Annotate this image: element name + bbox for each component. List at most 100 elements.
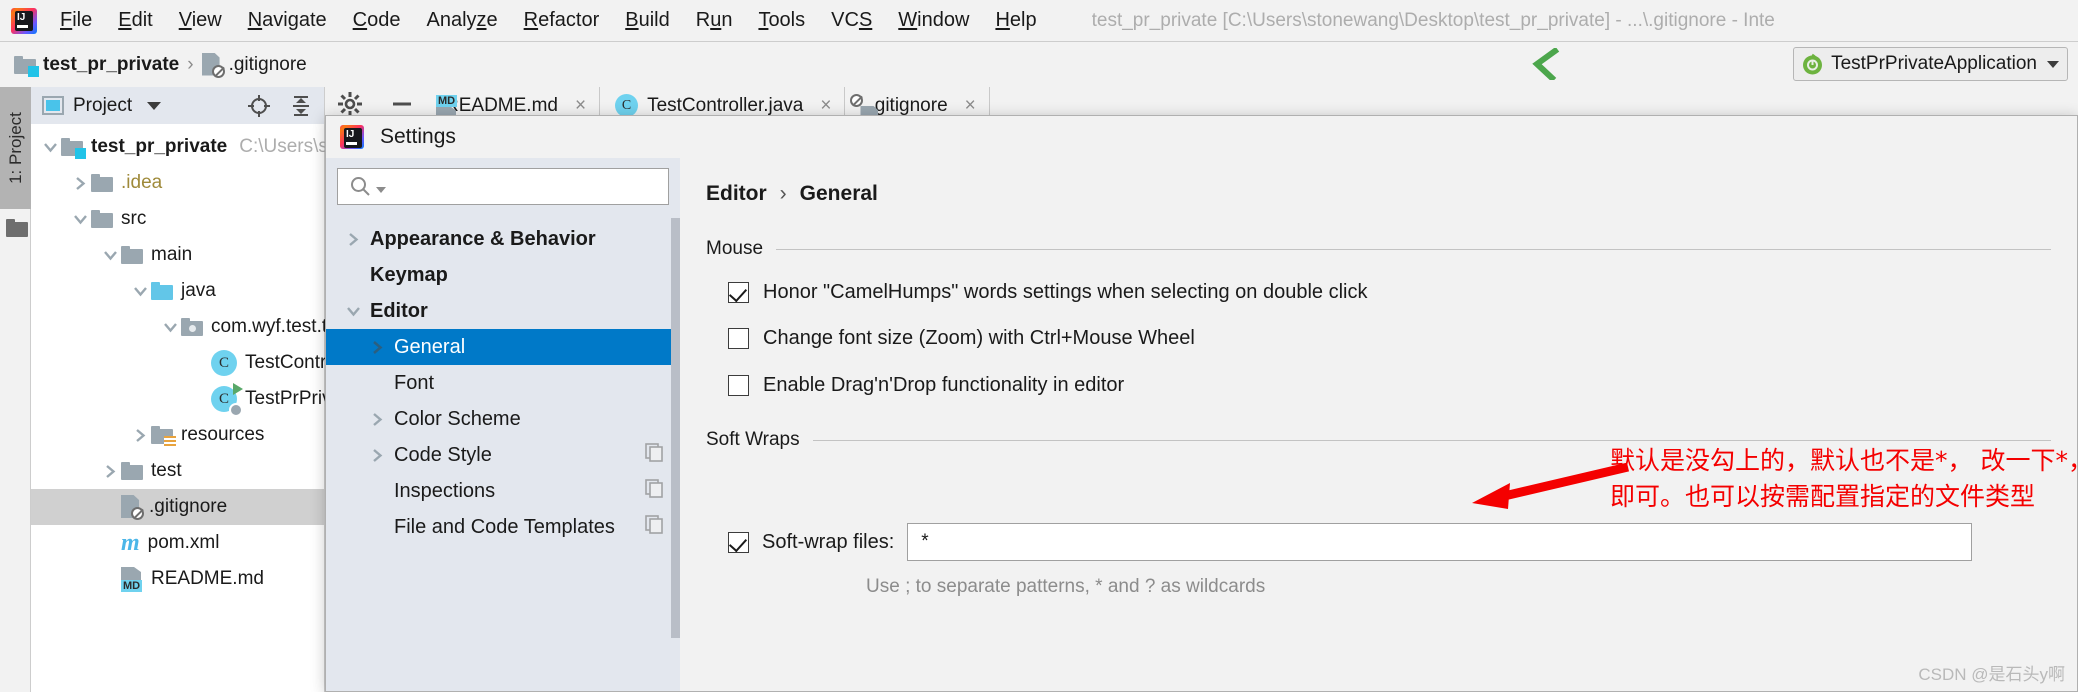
menu-item-window[interactable]: Window — [885, 5, 982, 36]
camelhumps-checkbox[interactable] — [728, 282, 749, 303]
settings-item-appearance-behavior[interactable]: Appearance & Behavior — [326, 221, 680, 257]
tree-row-test[interactable]: test — [31, 453, 324, 489]
settings-search-box[interactable] — [337, 168, 669, 205]
chevron-down-icon[interactable] — [2047, 60, 2059, 68]
settings-item-keymap[interactable]: Keymap — [326, 257, 680, 293]
zoom-font-size-label: Change font size (Zoom) with Ctrl+Mouse … — [763, 327, 1195, 350]
chevron-down-icon[interactable] — [340, 306, 366, 317]
drag-n-drop-checkbox[interactable] — [728, 374, 749, 396]
settings-tree[interactable]: Appearance & Behavior Keymap Editor Gene… — [326, 221, 680, 545]
menu-item-navigate[interactable]: Navigate — [235, 5, 340, 36]
settings-dialog: IJ Settings Appearance & Behavior Keymap… — [325, 115, 2078, 692]
back-arrow-icon[interactable] — [1529, 48, 1563, 80]
settings-tree-scrollbar[interactable] — [671, 218, 680, 638]
menu-item-view[interactable]: View — [166, 5, 235, 36]
run-configuration-selector[interactable]: TestPrPrivateApplication — [1793, 47, 2068, 81]
intellij-logo-icon: IJ — [338, 123, 366, 151]
breadcrumb-project[interactable]: test_pr_private — [14, 54, 179, 77]
close-icon[interactable]: × — [575, 95, 586, 117]
settings-item-label: Inspections — [394, 479, 496, 502]
settings-item-code-style[interactable]: Code Style — [326, 437, 680, 473]
tree-row-test-pr-private-app[interactable]: C TestPrPriv — [31, 381, 332, 417]
folder-resources-icon — [151, 426, 176, 448]
gear-icon[interactable] — [337, 91, 363, 117]
breadcrumb-file[interactable]: .gitignore — [201, 52, 307, 78]
chevron-down-icon[interactable] — [39, 142, 61, 153]
tree-row-main[interactable]: main — [31, 237, 324, 273]
chevron-right-icon[interactable] — [364, 340, 390, 355]
settings-search-input[interactable] — [390, 175, 640, 198]
run-configuration-label: TestPrPrivateApplication — [1831, 53, 2037, 74]
menu-item-code[interactable]: Code — [340, 5, 414, 36]
tree-label: java — [181, 280, 216, 301]
copy-settings-icon[interactable] — [645, 478, 664, 504]
chevron-right-icon[interactable] — [340, 232, 366, 247]
zoom-font-size-checkbox[interactable] — [728, 328, 749, 350]
chevron-down-icon[interactable] — [99, 250, 121, 261]
copy-settings-icon[interactable] — [645, 442, 664, 468]
locate-target-icon[interactable] — [247, 94, 271, 118]
menu-item-file[interactable]: File — [47, 5, 105, 36]
tree-label: resources — [181, 424, 265, 445]
tree-row-src[interactable]: src — [31, 201, 324, 237]
tree-row-idea[interactable]: .idea — [31, 165, 324, 201]
tree-row-readme[interactable]: MD README.md — [31, 561, 324, 597]
settings-item-font[interactable]: Font — [326, 365, 680, 401]
copy-settings-icon[interactable] — [645, 514, 664, 540]
tree-row-java[interactable]: java — [31, 273, 324, 309]
maven-file-icon: m — [121, 530, 140, 556]
menu-item-build[interactable]: Build — [612, 5, 682, 36]
tree-row-gitignore[interactable]: .gitignore — [31, 489, 324, 525]
menu-item-refactor[interactable]: Refactor — [511, 5, 613, 36]
chevron-right-icon[interactable] — [364, 412, 390, 427]
chevron-right-icon[interactable] — [364, 448, 390, 463]
tree-label: test — [151, 460, 182, 481]
settings-item-inspections[interactable]: Inspections — [326, 473, 680, 509]
close-icon[interactable]: × — [820, 95, 831, 117]
menu-item-tools[interactable]: Tools — [745, 5, 818, 36]
sidebar-item-project[interactable]: 1: Project — [0, 87, 31, 209]
chevron-down-icon[interactable] — [69, 214, 91, 225]
minimize-icon[interactable] — [389, 91, 415, 117]
settings-item-editor[interactable]: Editor — [326, 293, 680, 329]
folder-icon — [91, 210, 113, 228]
tree-label: .idea — [121, 172, 163, 193]
settings-item-general[interactable]: General — [326, 329, 680, 365]
project-panel-header: Project — [31, 87, 324, 124]
chevron-down-icon[interactable] — [147, 101, 162, 110]
tree-row-resources[interactable]: resources — [31, 417, 324, 453]
menu-item-vcs[interactable]: VCS — [818, 5, 885, 36]
chevron-down-icon[interactable] — [376, 187, 386, 193]
menu-item-analyze[interactable]: Analyze — [413, 5, 510, 36]
soft-wrap-files-input[interactable]: * — [907, 523, 1973, 561]
checkbox-row-zoom-font-size[interactable]: Change font size (Zoom) with Ctrl+Mouse … — [728, 324, 2077, 352]
collapse-all-icon[interactable] — [289, 94, 313, 118]
chevron-right-icon[interactable] — [69, 176, 91, 191]
menu-item-run[interactable]: Run — [683, 5, 746, 36]
java-class-runnable-icon: C — [211, 383, 243, 417]
breadcrumb: Editor › General — [706, 182, 2077, 206]
structure-folder-icon[interactable] — [6, 219, 28, 242]
chevron-down-icon[interactable] — [129, 286, 151, 297]
soft-wrap-row[interactable]: Soft-wrap files: * — [728, 523, 1973, 561]
soft-wrap-checkbox[interactable] — [728, 531, 749, 553]
chevron-down-icon[interactable] — [159, 322, 181, 333]
intellij-logo-icon: IJ — [9, 6, 39, 36]
chevron-right-icon[interactable] — [99, 464, 121, 479]
tree-row-test-controller[interactable]: C TestContr — [31, 345, 326, 381]
tree-row-project-root[interactable]: test_pr_private C:\Users\sto — [31, 129, 344, 165]
menu-item-help[interactable]: Help — [982, 5, 1049, 36]
project-tree[interactable]: test_pr_private C:\Users\sto .idea src m… — [31, 124, 344, 597]
chevron-right-icon[interactable] — [129, 428, 151, 443]
settings-item-color-scheme[interactable]: Color Scheme — [326, 401, 680, 437]
spring-boot-icon — [1803, 53, 1823, 74]
settings-item-label: Keymap — [370, 263, 448, 286]
close-icon[interactable]: × — [965, 95, 976, 117]
checkbox-row-drag-n-drop[interactable]: Enable Drag'n'Drop functionality in edit… — [728, 371, 2077, 399]
tree-row-pom[interactable]: m pom.xml — [31, 525, 324, 561]
markdown-file-icon: MD — [121, 567, 143, 592]
menu-item-edit[interactable]: Edit — [105, 5, 165, 36]
settings-item-file-and-code-templates[interactable]: File and Code Templates — [326, 509, 680, 545]
tree-row-package[interactable]: com.wyf.test.t — [31, 309, 327, 345]
checkbox-row-camelhumps[interactable]: Honor "CamelHumps" words settings when s… — [728, 278, 2077, 306]
